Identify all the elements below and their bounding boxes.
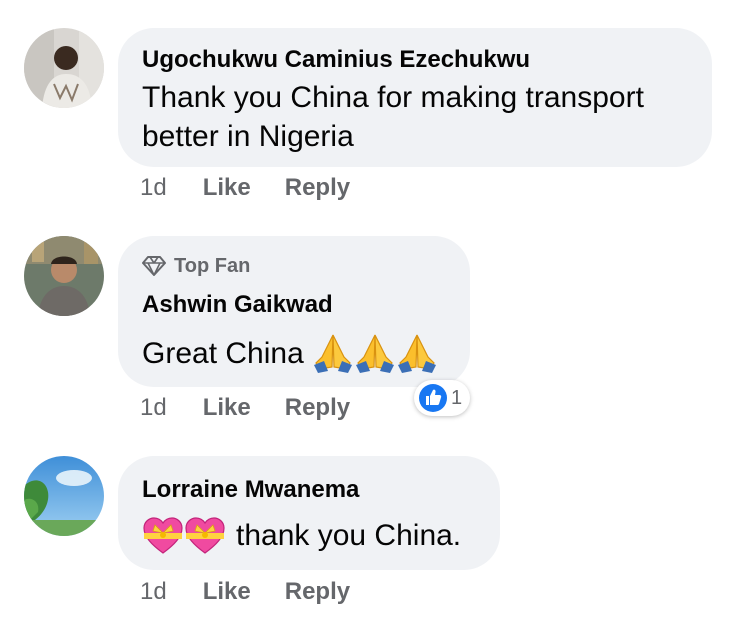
folded-hands-icon bbox=[355, 334, 394, 373]
reply-button[interactable]: Reply bbox=[285, 578, 350, 606]
badge-label: Top Fan bbox=[174, 254, 251, 277]
top-fan-badge: Top Fan bbox=[142, 254, 250, 278]
avatar-photo-ugochukwu bbox=[24, 28, 104, 108]
comment-text-body: Great China bbox=[142, 336, 304, 370]
comment-text-line-2: better in Nigeria bbox=[142, 120, 354, 153]
folded-hands-icon bbox=[397, 334, 436, 373]
heart-with-ribbon-icon bbox=[185, 516, 225, 554]
comment-timestamp[interactable]: 1d bbox=[140, 394, 167, 422]
comment-bubble: Lorraine Mwanema thank you China. bbox=[118, 456, 500, 570]
comment-author[interactable]: Ugochukwu Caminius Ezechukwu bbox=[142, 46, 530, 74]
avatar[interactable] bbox=[24, 456, 104, 536]
reply-button[interactable]: Reply bbox=[285, 394, 350, 422]
comment-text-line-1: Thank you China for making transport bbox=[142, 81, 644, 114]
comment-author[interactable]: Ashwin Gaikwad bbox=[142, 291, 333, 319]
comment-actions: 1d Like Reply bbox=[140, 393, 350, 423]
avatar[interactable] bbox=[24, 236, 104, 316]
like-button[interactable]: Like bbox=[203, 394, 251, 422]
like-button[interactable]: Like bbox=[203, 578, 251, 606]
thumbs-up-reaction-icon bbox=[419, 384, 447, 412]
comment-text: thank you China. bbox=[142, 516, 461, 555]
comment-timestamp[interactable]: 1d bbox=[140, 578, 167, 606]
comment-text-body: thank you China. bbox=[236, 519, 462, 552]
comment-text: Great China bbox=[142, 333, 438, 373]
comment-bubble: Top Fan Ashwin Gaikwad Great China bbox=[118, 236, 470, 387]
reaction-summary[interactable]: 1 bbox=[414, 380, 471, 416]
reply-button[interactable]: Reply bbox=[285, 174, 350, 202]
comment-actions: 1d Like Reply bbox=[140, 173, 350, 203]
comment-actions: 1d Like Reply bbox=[140, 577, 350, 607]
comment-timestamp[interactable]: 1d bbox=[140, 174, 167, 202]
diamond-icon bbox=[142, 256, 166, 276]
avatar-photo-ashwin bbox=[24, 236, 104, 316]
like-button[interactable]: Like bbox=[203, 174, 251, 202]
avatar[interactable] bbox=[24, 28, 104, 108]
heart-with-ribbon-icon bbox=[143, 516, 183, 554]
avatar-photo-lorraine bbox=[24, 456, 104, 536]
reaction-count: 1 bbox=[451, 386, 463, 409]
comment-author[interactable]: Lorraine Mwanema bbox=[142, 476, 359, 504]
comment-bubble: Ugochukwu Caminius Ezechukwu Thank you C… bbox=[118, 28, 712, 167]
folded-hands-icon bbox=[313, 334, 352, 373]
